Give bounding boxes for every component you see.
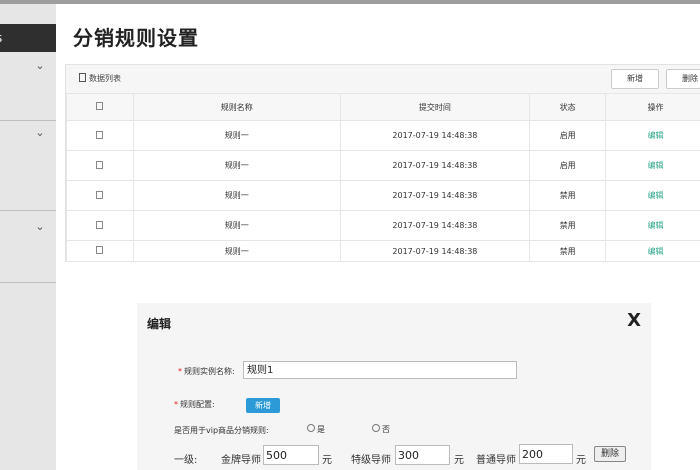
rule-name-cell: 规则一: [132, 120, 341, 151]
header-action: 操作: [605, 93, 700, 121]
sidebar-group-3[interactable]: ⌄: [0, 211, 56, 283]
status-cell: 禁用: [529, 210, 607, 241]
delete-config-button[interactable]: 删除: [594, 446, 626, 462]
rule-name-input[interactable]: 规则1: [243, 361, 517, 379]
gold-mentor-input[interactable]: 500: [263, 445, 319, 465]
edit-link[interactable]: 编辑: [605, 120, 700, 151]
table-row: 规则一 2017-07-19 14:48:38 禁用 编辑: [66, 210, 700, 241]
rule-name-cell: 规则一: [132, 150, 341, 181]
data-list-panel: 数据列表 新增 删除 规则名称 提交时间 状态 操作 规则一 2017-07-1…: [65, 64, 700, 262]
chevron-down-icon[interactable]: ⌄: [34, 127, 46, 139]
submit-time-cell: 2017-07-19 14:48:38: [339, 150, 531, 181]
level-label: 一级:: [174, 455, 198, 466]
sidebar-group-1[interactable]: ⌄: [0, 52, 56, 121]
rule-config-label-text: 规则配置:: [180, 400, 215, 409]
status-cell: 启用: [529, 150, 607, 181]
required-marker: *: [174, 400, 178, 409]
rule-config-label: * 规则配置:: [174, 399, 215, 410]
table-row: 规则一 2017-07-19 14:48:38 禁用 编辑: [66, 240, 700, 262]
row-checkbox[interactable]: [96, 246, 104, 254]
modal-title: 编辑: [147, 317, 172, 331]
unit-label: 元: [576, 455, 586, 466]
row-checkbox[interactable]: [96, 130, 104, 139]
radio-yes-label: 是: [317, 425, 325, 434]
vip-question-label: 是否用于vip商品分销规则:: [174, 426, 269, 435]
required-marker: *: [178, 367, 182, 376]
status-cell: 禁用: [529, 240, 607, 262]
table-row: 规则一 2017-07-19 14:48:38 启用 编辑: [66, 120, 700, 151]
unit-label: 元: [322, 455, 332, 466]
table-row: 规则一 2017-07-19 14:48:38 禁用 编辑: [66, 180, 700, 211]
radio-circle-icon[interactable]: [307, 424, 315, 432]
status-cell: 禁用: [529, 180, 607, 211]
delete-button[interactable]: 删除: [666, 69, 700, 89]
gold-mentor-label: 金牌导师: [221, 455, 261, 466]
table-header-row: 规则名称 提交时间 状态 操作: [66, 93, 700, 121]
rule-name-label-text: 规则实例名称:: [184, 367, 235, 376]
rule-name-cell: 规则一: [132, 180, 341, 211]
row-checkbox[interactable]: [96, 160, 104, 169]
edit-link[interactable]: 编辑: [605, 210, 700, 241]
top-bar: [0, 0, 700, 4]
table-row: 规则一 2017-07-19 14:48:38 启用 编辑: [66, 150, 700, 181]
list-toolbar: 数据列表 新增 删除: [66, 65, 700, 94]
header-rule-name: 规则名称: [132, 93, 341, 121]
rule-name-label: * 规则实例名称:: [178, 366, 235, 377]
sidebar-header: s: [0, 24, 56, 52]
edit-link[interactable]: 编辑: [605, 180, 700, 211]
header-submit-time: 提交时间: [339, 93, 531, 121]
data-list-text: 数据列表: [89, 74, 121, 83]
sidebar-group-2[interactable]: ⌄: [0, 121, 56, 211]
add-config-button[interactable]: 新增: [246, 398, 280, 413]
row-checkbox[interactable]: [96, 190, 104, 199]
add-button[interactable]: 新增: [611, 69, 659, 89]
rule-name-cell: 规则一: [132, 240, 341, 262]
data-list-label: 数据列表: [79, 73, 121, 84]
submit-time-cell: 2017-07-19 14:48:38: [339, 210, 531, 241]
radio-no[interactable]: 否: [372, 424, 390, 435]
row-checkbox[interactable]: [96, 220, 104, 229]
normal-mentor-input[interactable]: 200: [519, 444, 573, 464]
submit-time-cell: 2017-07-19 14:48:38: [339, 120, 531, 151]
rules-table: 规则名称 提交时间 状态 操作 规则一 2017-07-19 14:48:38 …: [66, 93, 700, 262]
unit-label: 元: [454, 455, 464, 466]
normal-mentor-label: 普通导师: [476, 455, 516, 466]
submit-time-cell: 2017-07-19 14:48:38: [339, 240, 531, 262]
submit-time-cell: 2017-07-19 14:48:38: [339, 180, 531, 211]
header-status: 状态: [529, 93, 607, 121]
page-title: 分销规则设置: [73, 26, 199, 50]
radio-circle-icon[interactable]: [372, 424, 380, 432]
special-mentor-input[interactable]: 300: [395, 445, 450, 465]
close-icon[interactable]: X: [627, 310, 641, 331]
document-icon: [79, 73, 86, 82]
edit-modal: 编辑 X * 规则实例名称: 规则1 * 规则配置: 新增 是否用于vip商品分销规…: [137, 303, 651, 470]
edit-link[interactable]: 编辑: [605, 240, 700, 262]
select-all-checkbox[interactable]: [96, 102, 104, 110]
chevron-down-icon[interactable]: ⌄: [34, 60, 46, 72]
sidebar: s ⌄ ⌄ ⌄: [0, 4, 56, 470]
radio-yes[interactable]: 是: [307, 424, 325, 435]
special-mentor-label: 特级导师: [351, 455, 391, 466]
chevron-down-icon[interactable]: ⌄: [34, 221, 46, 233]
rule-name-cell: 规则一: [132, 210, 341, 241]
header-checkbox-cell[interactable]: [66, 93, 134, 121]
radio-no-label: 否: [382, 425, 390, 434]
status-cell: 启用: [529, 120, 607, 151]
edit-link[interactable]: 编辑: [605, 150, 700, 181]
